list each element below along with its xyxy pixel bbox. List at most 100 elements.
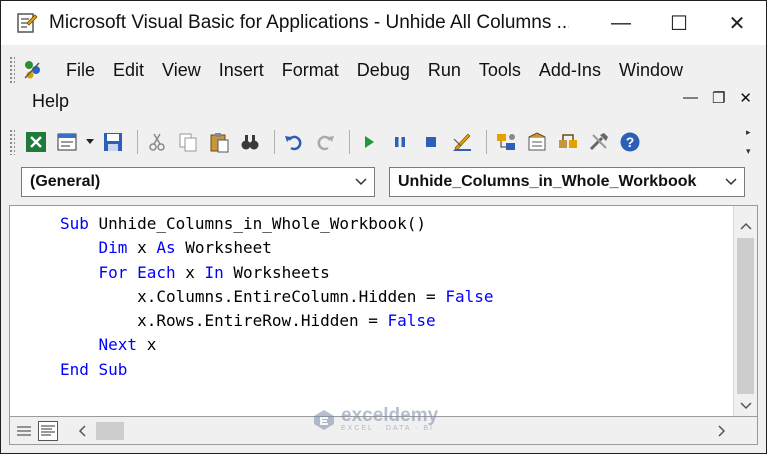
menu-window[interactable]: Window <box>610 60 692 81</box>
code-line[interactable]: Next x <box>60 333 493 357</box>
code-line[interactable]: Dim x As Worksheet <box>60 236 493 260</box>
scroll-left-icon[interactable] <box>72 421 92 441</box>
help-button[interactable]: ? <box>617 129 643 155</box>
dropdown-arrow-icon <box>86 139 94 144</box>
procedure-view-button[interactable] <box>14 421 34 441</box>
reset-icon <box>426 137 436 147</box>
object-browser-icon <box>559 134 577 148</box>
procedure-dropdown[interactable]: Unhide_Columns_in_Whole_Workbook <box>389 167 745 197</box>
cut-icon <box>149 133 165 151</box>
save-icon <box>104 133 122 151</box>
design-mode-icon <box>453 133 471 151</box>
menu-grip-handle[interactable] <box>9 56 15 84</box>
menu-row: File Edit View Insert Format Debug Run Tools Add… <box>1 55 692 85</box>
vba-app-icon <box>17 13 38 33</box>
full-module-view-button[interactable] <box>38 421 58 441</box>
undo-button[interactable] <box>281 129 307 155</box>
chevron-down-icon <box>348 178 374 186</box>
insert-dropdown-arrow[interactable] <box>85 129 95 155</box>
toolbox-icon <box>589 133 608 151</box>
vba-logo-icon[interactable] <box>21 58 45 82</box>
break-button[interactable] <box>387 129 413 155</box>
find-button[interactable] <box>237 129 263 155</box>
code-token: x.Columns.EntireColumn.Hidden = <box>60 286 446 306</box>
object-browser-button[interactable] <box>555 129 581 155</box>
toolbar-separator <box>486 130 487 154</box>
horizontal-scroll-thumb[interactable] <box>96 422 124 440</box>
close-button[interactable]: ✕ <box>708 1 766 45</box>
find-icon <box>241 135 259 150</box>
code-keyword: In <box>204 262 234 282</box>
menu-view[interactable]: View <box>153 60 210 81</box>
menu-run[interactable]: Run <box>419 60 470 81</box>
undo-icon <box>285 135 302 151</box>
toolbox-button[interactable] <box>586 129 612 155</box>
menu-format[interactable]: Format <box>273 60 348 81</box>
properties-window-button[interactable] <box>524 129 550 155</box>
cut-button[interactable] <box>144 129 170 155</box>
vertical-scroll-thumb[interactable] <box>737 238 754 394</box>
full-module-view-icon <box>41 425 55 436</box>
exceldemy-watermark: exceldemy EXCEL · DATA · BI <box>313 406 438 432</box>
code-line[interactable]: End Sub <box>60 358 493 382</box>
toolbar-grip-handle[interactable] <box>9 129 15 155</box>
save-button[interactable] <box>100 129 126 155</box>
project-explorer-button[interactable] <box>493 129 519 155</box>
procedure-view-icon <box>17 426 31 436</box>
scroll-right-icon[interactable] <box>712 421 732 441</box>
paste-icon <box>210 133 229 153</box>
code-token: x <box>146 335 157 355</box>
toolbar-overflow-icon: ▸ <box>746 127 751 137</box>
close-icon: ✕ <box>728 12 746 35</box>
menu-help[interactable]: Help <box>23 91 78 112</box>
toolbar-separator <box>349 130 350 154</box>
vertical-scrollbar[interactable] <box>733 206 757 416</box>
view-excel-button[interactable] <box>23 129 49 155</box>
maximize-button[interactable]: ☐ <box>650 1 708 45</box>
code-keyword: End Sub <box>60 359 128 379</box>
code-token: Worksheets <box>233 262 330 282</box>
menu-tools[interactable]: Tools <box>470 60 530 81</box>
window-controls: — ☐ ✕ <box>592 1 766 45</box>
code-line[interactable]: x.Rows.EntireRow.Hidden = False <box>60 309 493 333</box>
run-icon <box>365 136 374 148</box>
code-window-header: (General) Unhide_Columns_in_Whole_Workbo… <box>1 161 766 203</box>
copy-button[interactable] <box>175 129 201 155</box>
toolbar-overflow[interactable]: ▸ ▾ <box>746 127 756 157</box>
menu-file[interactable]: File <box>57 60 104 81</box>
menu-debug[interactable]: Debug <box>348 60 419 81</box>
mdi-close-icon[interactable]: ✕ <box>739 89 752 107</box>
minimize-icon: — <box>611 11 631 34</box>
code-line[interactable]: For Each x In Worksheets <box>60 261 493 285</box>
procedure-dropdown-value: Unhide_Columns_in_Whole_Workbook <box>398 173 697 190</box>
menu-insert[interactable]: Insert <box>210 60 273 81</box>
object-dropdown-value: (General) <box>30 173 101 190</box>
object-dropdown[interactable]: (General) <box>21 167 375 197</box>
design-mode-button[interactable] <box>449 129 475 155</box>
code-line[interactable]: Sub Unhide_Columns_in_Whole_Workbook() <box>60 212 493 236</box>
code-text[interactable]: Sub Unhide_Columns_in_Whole_Workbook() D… <box>60 212 493 382</box>
run-button[interactable] <box>356 129 382 155</box>
insert-module-button[interactable] <box>54 129 80 155</box>
code-keyword: False <box>445 286 494 306</box>
code-keyword: Dim <box>98 238 138 258</box>
redo-button[interactable] <box>312 129 338 155</box>
minimize-button[interactable]: — <box>592 1 650 45</box>
scroll-down-icon[interactable] <box>734 396 758 416</box>
code-line[interactable]: x.Columns.EntireColumn.Hidden = False <box>60 285 493 309</box>
menu-row-2: Help <box>23 87 78 115</box>
redo-icon <box>317 135 334 151</box>
mdi-restore-icon[interactable]: ❐ <box>712 89 725 107</box>
code-editor[interactable]: Sub Unhide_Columns_in_Whole_Workbook() D… <box>9 205 758 417</box>
toolbar-options-icon: ▾ <box>746 146 751 156</box>
scroll-up-icon[interactable] <box>734 216 758 236</box>
menu-add-ins[interactable]: Add-Ins <box>530 60 610 81</box>
mdi-minimize-icon[interactable]: — <box>683 89 698 107</box>
reset-button[interactable] <box>418 129 444 155</box>
paste-button[interactable] <box>206 129 232 155</box>
standard-toolbar: ? ▸ ▾ <box>1 123 766 161</box>
menu-edit[interactable]: Edit <box>104 60 153 81</box>
